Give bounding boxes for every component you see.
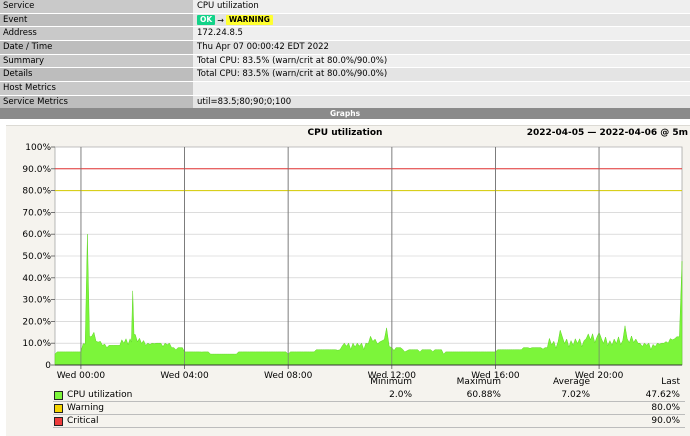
y-tick-label: 90.0% bbox=[22, 165, 51, 175]
legend-name-cpu: CPU utilization bbox=[67, 390, 133, 400]
legend-min-cpu: 2.0% bbox=[389, 390, 412, 400]
y-tick-label: 50.0% bbox=[22, 252, 51, 262]
legend-row-cpu[interactable]: CPU utilization 2.0% 60.88% 7.02% 47.62% bbox=[53, 390, 685, 402]
legend-avg-cpu: 7.02% bbox=[561, 390, 590, 400]
legend-swatch-critical bbox=[54, 417, 63, 426]
y-tick-label: 80.0% bbox=[22, 187, 51, 197]
legend-header-last: Last bbox=[661, 377, 680, 387]
y-tick-label: 30.0% bbox=[22, 296, 51, 306]
legend-header: Minimum Maximum Average Last bbox=[0, 377, 690, 388]
y-tick-label: 100% bbox=[25, 143, 51, 153]
legend-row-warning[interactable]: Warning 80.0% bbox=[53, 403, 685, 415]
legend-last-warning: 80.0% bbox=[651, 403, 680, 413]
legend-max-cpu: 60.88% bbox=[466, 390, 501, 400]
legend-last-critical: 90.0% bbox=[651, 416, 680, 426]
y-tick-label: 20.0% bbox=[22, 317, 51, 327]
legend-name-critical: Critical bbox=[67, 416, 99, 426]
y-tick-label: 10.0% bbox=[22, 339, 51, 349]
legend-header-min: Minimum bbox=[370, 377, 412, 387]
y-tick-label: 0 bbox=[45, 361, 51, 371]
legend-header-avg: Average bbox=[553, 377, 590, 387]
legend-last-cpu: 47.62% bbox=[645, 390, 680, 400]
legend-swatch-warning bbox=[54, 404, 63, 413]
legend-name-warning: Warning bbox=[67, 403, 105, 413]
y-tick-label: 40.0% bbox=[22, 274, 51, 284]
legend-header-max: Maximum bbox=[456, 377, 501, 387]
y-tick-label: 70.0% bbox=[22, 208, 51, 218]
legend-swatch-cpu bbox=[54, 391, 63, 400]
y-tick-label: 60.0% bbox=[22, 230, 51, 240]
cpu-utilization-chart[interactable]: 0 10.0% 20.0% 30.0% 40.0% 50.0% 60.0% 70.0% 80.0… bbox=[0, 0, 690, 436]
legend-row-critical[interactable]: Critical 90.0% bbox=[53, 416, 685, 428]
